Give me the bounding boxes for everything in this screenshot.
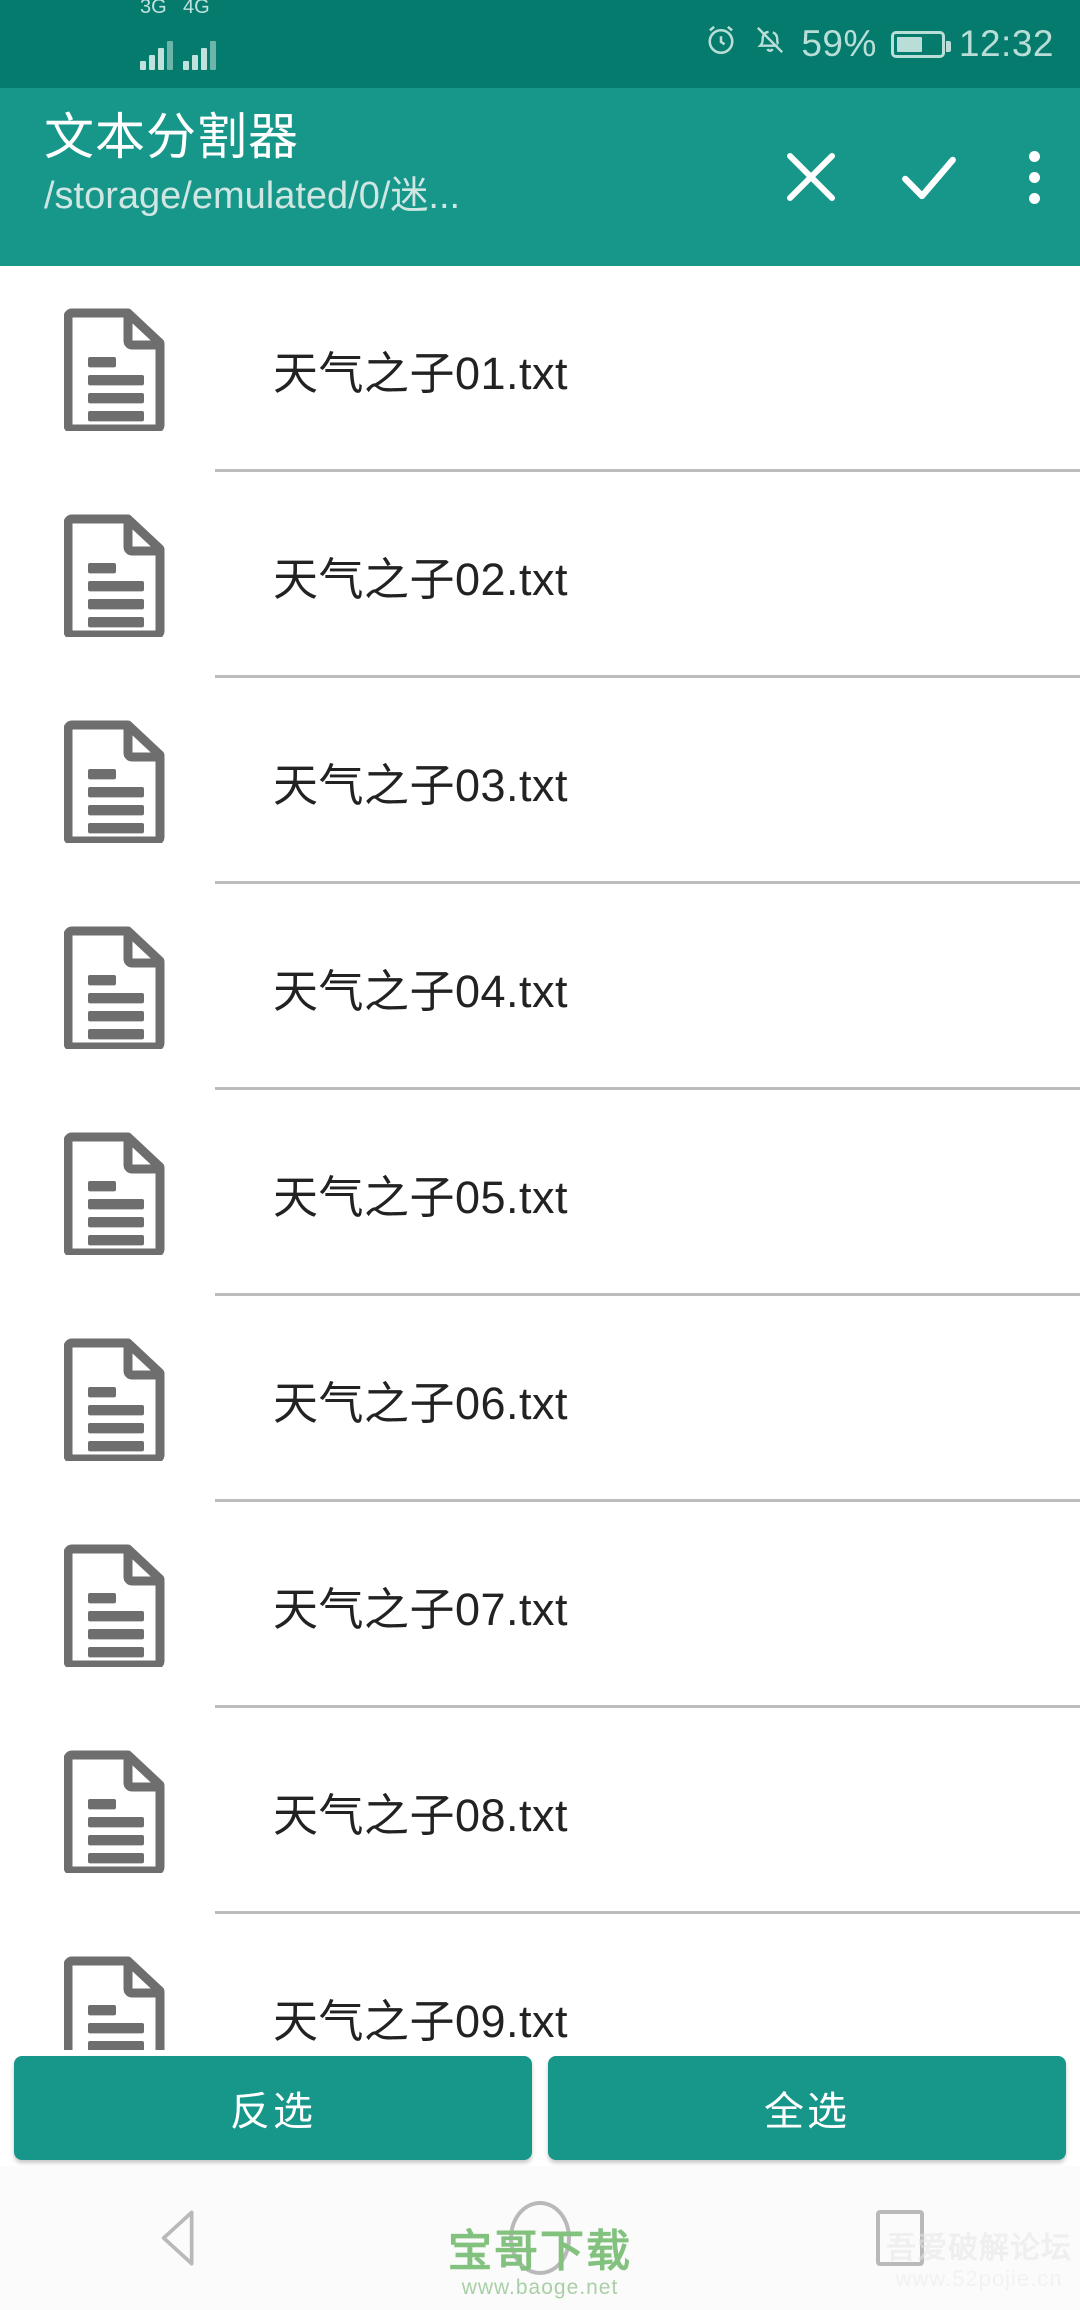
file-name-label: 天气之子06.txt bbox=[273, 1377, 569, 1429]
file-list-item[interactable]: 天气之子09.txt bbox=[0, 1914, 1080, 2054]
file-list-item[interactable]: 天气之子05.txt bbox=[0, 1090, 1080, 1296]
file-list-item[interactable]: 天气之子02.txt bbox=[0, 472, 1080, 678]
file-name-label: 天气之子03.txt bbox=[273, 759, 569, 811]
signal-bars-3g bbox=[140, 40, 173, 70]
document-icon bbox=[64, 1956, 165, 2054]
signal-label-3g: 3G bbox=[140, 0, 167, 18]
document-icon bbox=[64, 1750, 165, 1873]
current-path-subtitle: /storage/emulated/0/迷... bbox=[44, 175, 461, 217]
file-list-item[interactable]: 天气之子07.txt bbox=[0, 1502, 1080, 1708]
signal-indicator-3g: 3G bbox=[140, 0, 173, 70]
signal-label-4g: 4G bbox=[183, 0, 210, 18]
app-toolbar: 文本分割器 /storage/emulated/0/迷... bbox=[0, 88, 1080, 266]
file-list-item[interactable]: 天气之子08.txt bbox=[0, 1708, 1080, 1914]
app-screen: 3G 4G 59% 12:32 文本分割器 /storage/emulated/… bbox=[0, 0, 1080, 2310]
check-icon bbox=[902, 156, 956, 200]
confirm-button[interactable] bbox=[870, 88, 988, 266]
file-name-label: 天气之子05.txt bbox=[273, 1171, 569, 1223]
file-name-label: 天气之子02.txt bbox=[273, 553, 569, 605]
signal-indicator-4g: 4G bbox=[183, 0, 216, 70]
file-list-item[interactable]: 天气之子01.txt bbox=[0, 266, 1080, 472]
nav-home-button[interactable] bbox=[450, 2166, 630, 2310]
status-bar: 3G 4G 59% 12:32 bbox=[0, 0, 1080, 88]
close-button[interactable] bbox=[752, 88, 870, 266]
battery-percent-label: 59% bbox=[801, 23, 877, 64]
status-bar-signals: 3G 4G bbox=[140, 0, 216, 70]
document-icon bbox=[64, 720, 165, 843]
file-name-label: 天气之子09.txt bbox=[273, 1995, 569, 2047]
document-icon bbox=[64, 1132, 165, 1255]
document-icon bbox=[64, 1338, 165, 1461]
file-list-item[interactable]: 天气之子04.txt bbox=[0, 884, 1080, 1090]
bell-muted-icon bbox=[753, 23, 787, 66]
status-bar-right: 59% 12:32 bbox=[703, 22, 1054, 67]
signal-bars-4g bbox=[183, 40, 216, 70]
page-title: 文本分割器 bbox=[44, 109, 299, 165]
invert-selection-button[interactable]: 反选 bbox=[14, 2056, 532, 2160]
file-list-item[interactable]: 天气之子06.txt bbox=[0, 1296, 1080, 1502]
document-icon bbox=[64, 308, 165, 431]
clock-label: 12:32 bbox=[958, 23, 1054, 64]
file-name-label: 天气之子08.txt bbox=[273, 1789, 569, 1841]
file-name-label: 天气之子07.txt bbox=[273, 1583, 569, 1635]
recents-square-icon bbox=[876, 2210, 924, 2266]
toolbar-text-block: 文本分割器 /storage/emulated/0/迷... bbox=[44, 106, 460, 220]
home-circle-icon bbox=[509, 2201, 571, 2275]
document-icon bbox=[64, 514, 165, 637]
nav-back-button[interactable] bbox=[90, 2166, 270, 2310]
file-list[interactable]: 天气之子01.txt 天气之子02.txt 天气之子03.txt 天气之子04.… bbox=[0, 266, 1080, 2054]
toolbar-actions bbox=[752, 88, 1080, 266]
file-name-label: 天气之子04.txt bbox=[273, 965, 569, 1017]
file-name-label: 天气之子01.txt bbox=[273, 347, 569, 399]
alarm-clock-icon bbox=[703, 22, 739, 67]
back-triangle-icon bbox=[161, 2210, 194, 2266]
file-list-item[interactable]: 天气之子03.txt bbox=[0, 678, 1080, 884]
document-icon bbox=[64, 926, 165, 1049]
overflow-menu-icon bbox=[1028, 150, 1040, 204]
select-all-button[interactable]: 全选 bbox=[548, 2056, 1066, 2160]
document-icon bbox=[64, 1544, 165, 1667]
close-icon bbox=[787, 153, 835, 201]
nav-recents-button[interactable] bbox=[810, 2166, 990, 2310]
bottom-action-bar: 反选 全选 bbox=[0, 2050, 1080, 2166]
battery-icon bbox=[890, 30, 951, 58]
system-nav-bar bbox=[0, 2166, 1080, 2310]
overflow-menu-button[interactable] bbox=[988, 88, 1080, 266]
